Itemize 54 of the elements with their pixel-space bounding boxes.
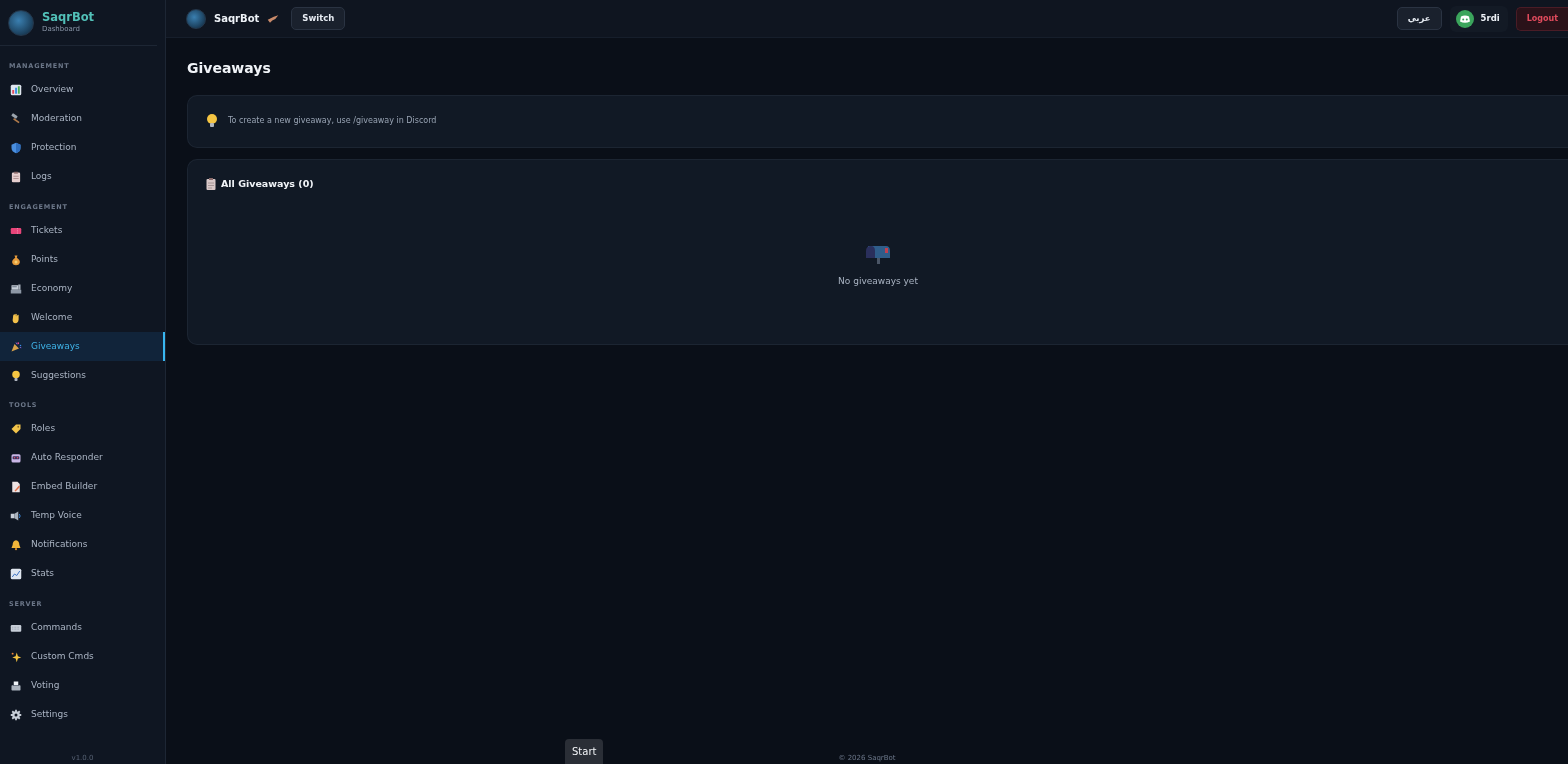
nav-item[interactable]: Points [0, 245, 165, 274]
mailbox-icon [865, 243, 891, 266]
nav-item[interactable]: Logs [0, 162, 165, 192]
nav-item[interactable]: Commands [0, 613, 165, 642]
clipboard-icon [206, 177, 216, 190]
line-chart-icon [10, 568, 22, 580]
language-button[interactable]: عربي [1396, 6, 1442, 30]
nav-item[interactable]: Protection [0, 133, 165, 163]
light-bulb-icon [206, 114, 218, 129]
hammer-icon [10, 113, 22, 125]
nav-item[interactable]: Temp Voice [0, 501, 165, 531]
page-title: Giveaways [187, 60, 272, 77]
document-icon [10, 481, 22, 493]
brand-name: SaqrBot [42, 10, 95, 24]
section-title: All Giveaways (0) [221, 176, 314, 191]
nav-item[interactable]: Suggestions [0, 361, 165, 390]
user-avatar-icon [1455, 9, 1474, 28]
start-button[interactable]: Start [565, 739, 604, 764]
nav-item[interactable]: Welcome [0, 303, 165, 332]
robot-icon [10, 452, 22, 464]
shield-icon [10, 142, 22, 154]
sparkle-icon [10, 650, 22, 663]
money-bag-icon [10, 253, 22, 266]
nav-item[interactable]: Economy [0, 274, 165, 303]
nav-item[interactable]: Roles [0, 414, 165, 444]
settings-icon [10, 708, 22, 721]
nav-item[interactable]: Notifications [0, 530, 165, 560]
empty-state-text: No giveaways yet [838, 275, 918, 289]
server-name: SaqrBot [214, 12, 260, 26]
bell-icon [10, 539, 22, 551]
nav-item[interactable]: Tickets [0, 216, 165, 245]
info-text: To create a new giveaway, use /giveaway in Discord [228, 115, 437, 128]
nav-item[interactable]: Embed Builder [0, 472, 165, 502]
nav-item[interactable]: Voting [0, 671, 165, 700]
cash-register-icon [10, 282, 22, 295]
party-popper-icon [10, 340, 22, 353]
nav-item[interactable]: Settings [0, 700, 165, 729]
logout-button[interactable]: Logout [1515, 6, 1568, 31]
server-avatar [186, 8, 206, 29]
bot-avatar [8, 9, 34, 36]
username: 5rdi [1480, 12, 1500, 25]
nav-item[interactable]: Giveaways [0, 332, 165, 361]
nav-item[interactable]: Moderation [0, 104, 165, 134]
nav-item[interactable]: Overview [0, 75, 165, 105]
speaker-icon [10, 510, 22, 522]
switch-button[interactable]: Switch [291, 6, 346, 30]
user-chip[interactable]: 5rdi [1449, 5, 1508, 32]
bar-chart-icon [10, 84, 22, 96]
nav-item[interactable]: Custom Cmds [0, 642, 165, 671]
nav-item[interactable]: Stats [0, 559, 165, 589]
tag-icon [10, 423, 22, 435]
nav-item[interactable]: Auto Responder [0, 443, 165, 473]
light-bulb-icon [10, 369, 22, 382]
clipboard-icon [10, 171, 22, 183]
